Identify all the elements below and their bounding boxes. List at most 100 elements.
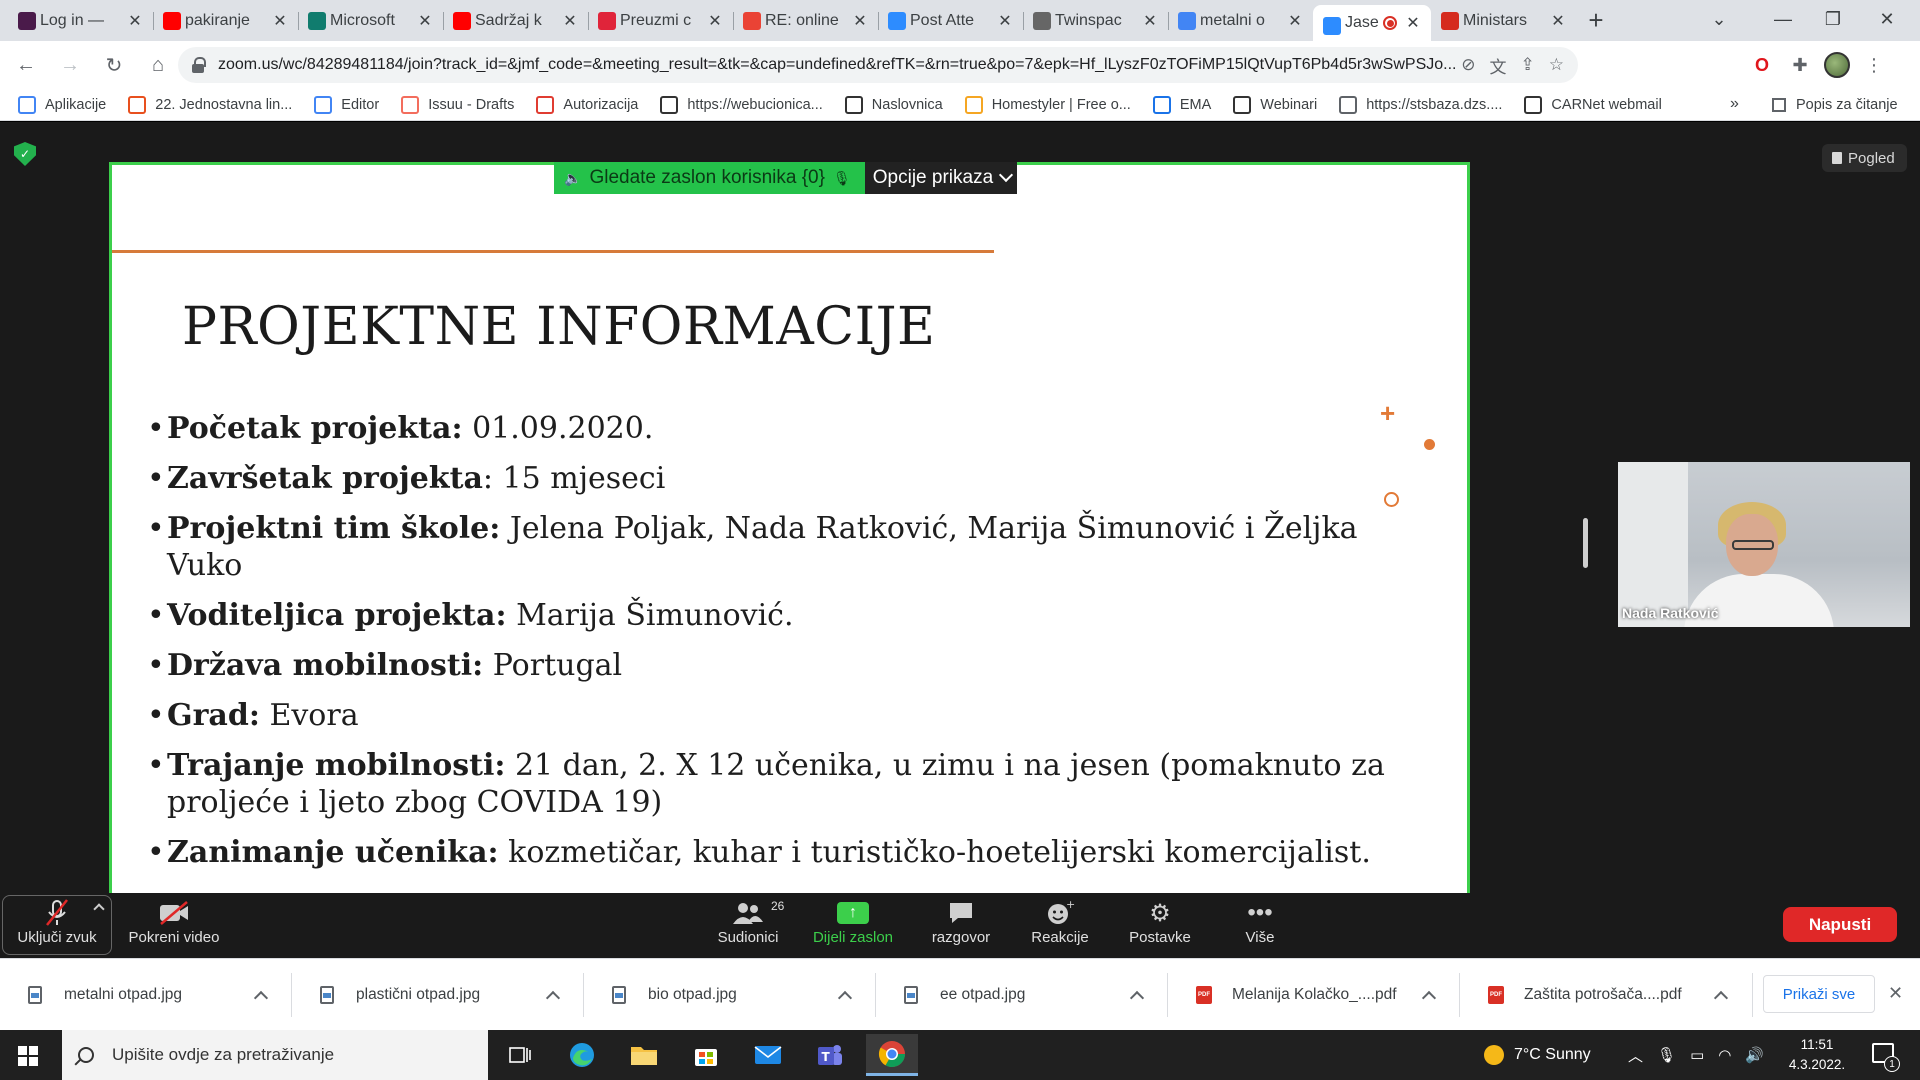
download-item[interactable]: plastični otpad.jpg <box>292 959 584 1031</box>
browser-tab[interactable]: Log in — ✕ <box>8 0 153 41</box>
unmute-control[interactable]: Uključi zvuk <box>14 897 100 946</box>
bookmarks-overflow-icon[interactable]: » <box>1730 95 1739 113</box>
browser-tab[interactable]: metalni o ✕ <box>1168 0 1313 41</box>
browser-tab[interactable]: Jase ✕ <box>1313 5 1431 41</box>
close-tab-icon[interactable]: ✕ <box>417 11 433 31</box>
download-options-chevron-icon[interactable] <box>837 990 853 1006</box>
more-button[interactable]: ••• Više <box>1224 897 1296 946</box>
browser-tab[interactable]: Microsoft ✕ <box>298 0 443 41</box>
download-options-chevron-icon[interactable] <box>1421 990 1437 1006</box>
browser-tab[interactable]: Post Atte ✕ <box>878 0 1023 41</box>
close-tab-icon[interactable]: ✕ <box>997 11 1013 31</box>
teams-icon[interactable]: T <box>804 1034 856 1076</box>
close-tab-icon[interactable]: ✕ <box>1550 11 1566 31</box>
close-tab-icon[interactable]: ✕ <box>1405 13 1421 33</box>
new-tab-button[interactable]: + <box>1576 0 1616 41</box>
volume-icon[interactable]: 🔊 <box>1745 1046 1764 1064</box>
task-view-icon[interactable] <box>494 1034 546 1076</box>
windows-start-icon[interactable] <box>18 1046 38 1066</box>
file-explorer-icon[interactable] <box>618 1034 670 1076</box>
settings-button[interactable]: ⚙ Postavke <box>1120 897 1200 947</box>
camera-blocked-icon[interactable]: ⊘ <box>1461 55 1475 75</box>
star-icon[interactable]: ☆ <box>1549 55 1564 75</box>
bookmark-item[interactable]: Aplikacije <box>18 95 106 114</box>
bookmark-item[interactable]: Naslovnica <box>844 95 943 114</box>
bookmark-item[interactable]: https://webucionica... <box>660 95 823 114</box>
reactions-button[interactable]: + Reakcije <box>1024 897 1096 946</box>
share-screen-button[interactable]: ↑ Dijeli zaslon <box>808 897 898 946</box>
wifi-icon[interactable]: ◠ <box>1718 1046 1731 1064</box>
download-options-chevron-icon[interactable] <box>1713 990 1729 1006</box>
browser-tab[interactable]: Preuzmi c ✕ <box>588 0 733 41</box>
start-video-button[interactable]: Pokreni video <box>126 897 222 946</box>
bookmark-item[interactable]: Autorizacija <box>536 95 638 114</box>
close-tab-icon[interactable]: ✕ <box>1142 11 1158 31</box>
browser-tab[interactable]: Ministars ✕ <box>1431 0 1576 41</box>
leave-meeting-button[interactable]: Napusti <box>1783 907 1897 942</box>
download-item[interactable]: ee otpad.jpg <box>876 959 1168 1031</box>
mail-app-icon[interactable] <box>742 1034 794 1076</box>
extensions-puzzle-icon[interactable]: ✚ <box>1786 51 1814 79</box>
battery-icon[interactable]: ▭ <box>1690 1046 1704 1064</box>
download-item[interactable]: PDF Zaštita potrošača....pdf <box>1460 959 1752 1031</box>
bookmark-item[interactable]: Issuu - Drafts <box>401 95 514 114</box>
show-all-downloads-button[interactable]: Prikaži sve <box>1763 975 1875 1013</box>
security-shield-icon[interactable]: ✓ <box>14 142 36 166</box>
participants-button[interactable]: 26 Sudionici <box>712 897 785 946</box>
download-item[interactable]: PDF Melanija Kolačko_....pdf <box>1168 959 1460 1031</box>
taskbar-clock[interactable]: 11:51 4.3.2022. <box>1778 1035 1856 1075</box>
bookmark-item[interactable]: EMA <box>1152 95 1211 114</box>
address-bar[interactable]: zoom.us/wc/84289481184/join?track_id=&jm… <box>178 47 1578 83</box>
download-item[interactable]: metalni otpad.jpg <box>0 959 292 1031</box>
view-options-button[interactable]: Opcije prikaza <box>864 162 1018 194</box>
browser-tab[interactable]: Sadržaj k ✕ <box>443 0 588 41</box>
download-options-chevron-icon[interactable] <box>1129 990 1145 1006</box>
microsoft-store-icon[interactable] <box>680 1034 732 1076</box>
url-text[interactable]: zoom.us/wc/84289481184/join?track_id=&jm… <box>218 56 1578 74</box>
close-downloads-icon[interactable]: ✕ <box>1888 983 1903 1004</box>
panel-resize-handle[interactable] <box>1583 518 1588 568</box>
participant-video-thumbnail[interactable]: Nada Ratković <box>1618 462 1910 627</box>
close-tab-icon[interactable]: ✕ <box>562 11 578 31</box>
reading-list-button[interactable]: Popis za čitanje <box>1772 89 1898 121</box>
chat-button[interactable]: razgovor <box>922 897 1000 946</box>
download-options-chevron-icon[interactable] <box>545 990 561 1006</box>
weather-widget[interactable]: 7°C Sunny <box>1484 1030 1591 1080</box>
close-window-button[interactable]: ✕ <box>1864 0 1910 38</box>
restore-window-button[interactable]: ❐ <box>1810 0 1856 38</box>
back-arrow-icon[interactable]: ← <box>8 47 44 83</box>
close-tab-icon[interactable]: ✕ <box>1287 11 1303 31</box>
close-tab-icon[interactable]: ✕ <box>852 11 868 31</box>
chrome-taskbar-icon[interactable] <box>866 1034 918 1076</box>
download-options-chevron-icon[interactable] <box>253 990 269 1006</box>
tray-chevron-up-icon[interactable]: ︿ <box>1628 1045 1643 1066</box>
bookmark-item[interactable]: https://stsbaza.dzs.... <box>1339 95 1502 114</box>
taskbar-search-box[interactable]: Upišite ovdje za pretraživanje <box>62 1030 488 1080</box>
kebab-menu-icon[interactable]: ⋮ <box>1860 51 1888 79</box>
minimize-window-button[interactable]: — <box>1760 0 1806 38</box>
close-tab-icon[interactable]: ✕ <box>707 11 723 31</box>
share-icon[interactable]: ⇪ <box>1521 55 1535 75</box>
tab-search-chevron-icon[interactable]: ⌄ <box>1696 0 1742 38</box>
opera-icon[interactable]: O <box>1748 51 1776 79</box>
profile-avatar[interactable] <box>1824 52 1850 78</box>
edge-browser-icon[interactable] <box>556 1034 608 1076</box>
reload-icon[interactable]: ↻ <box>96 47 132 83</box>
close-tab-icon[interactable]: ✕ <box>127 11 143 31</box>
bookmark-item[interactable]: Editor <box>314 95 379 114</box>
browser-tab[interactable]: RE: online ✕ <box>733 0 878 41</box>
forward-arrow-icon[interactable]: → <box>52 47 88 83</box>
lock-icon[interactable] <box>192 57 206 73</box>
bookmark-item[interactable]: 22. Jednostavna lin... <box>128 95 292 114</box>
view-button[interactable]: Pogled <box>1822 144 1907 172</box>
download-item[interactable]: bio otpad.jpg <box>584 959 876 1031</box>
bookmark-item[interactable]: CARNet webmail <box>1524 95 1662 114</box>
home-icon[interactable]: ⌂ <box>140 47 176 83</box>
browser-tab[interactable]: Twinspac ✕ <box>1023 0 1168 41</box>
microphone-icon[interactable]: 🎙 <box>1657 1046 1676 1064</box>
close-tab-icon[interactable]: ✕ <box>272 11 288 31</box>
bookmark-item[interactable]: Homestyler | Free o... <box>964 95 1131 114</box>
translate-icon[interactable]: 文 <box>1490 53 1507 78</box>
browser-tab[interactable]: pakiranje ✕ <box>153 0 298 41</box>
bookmark-item[interactable]: Webinari <box>1233 95 1317 114</box>
